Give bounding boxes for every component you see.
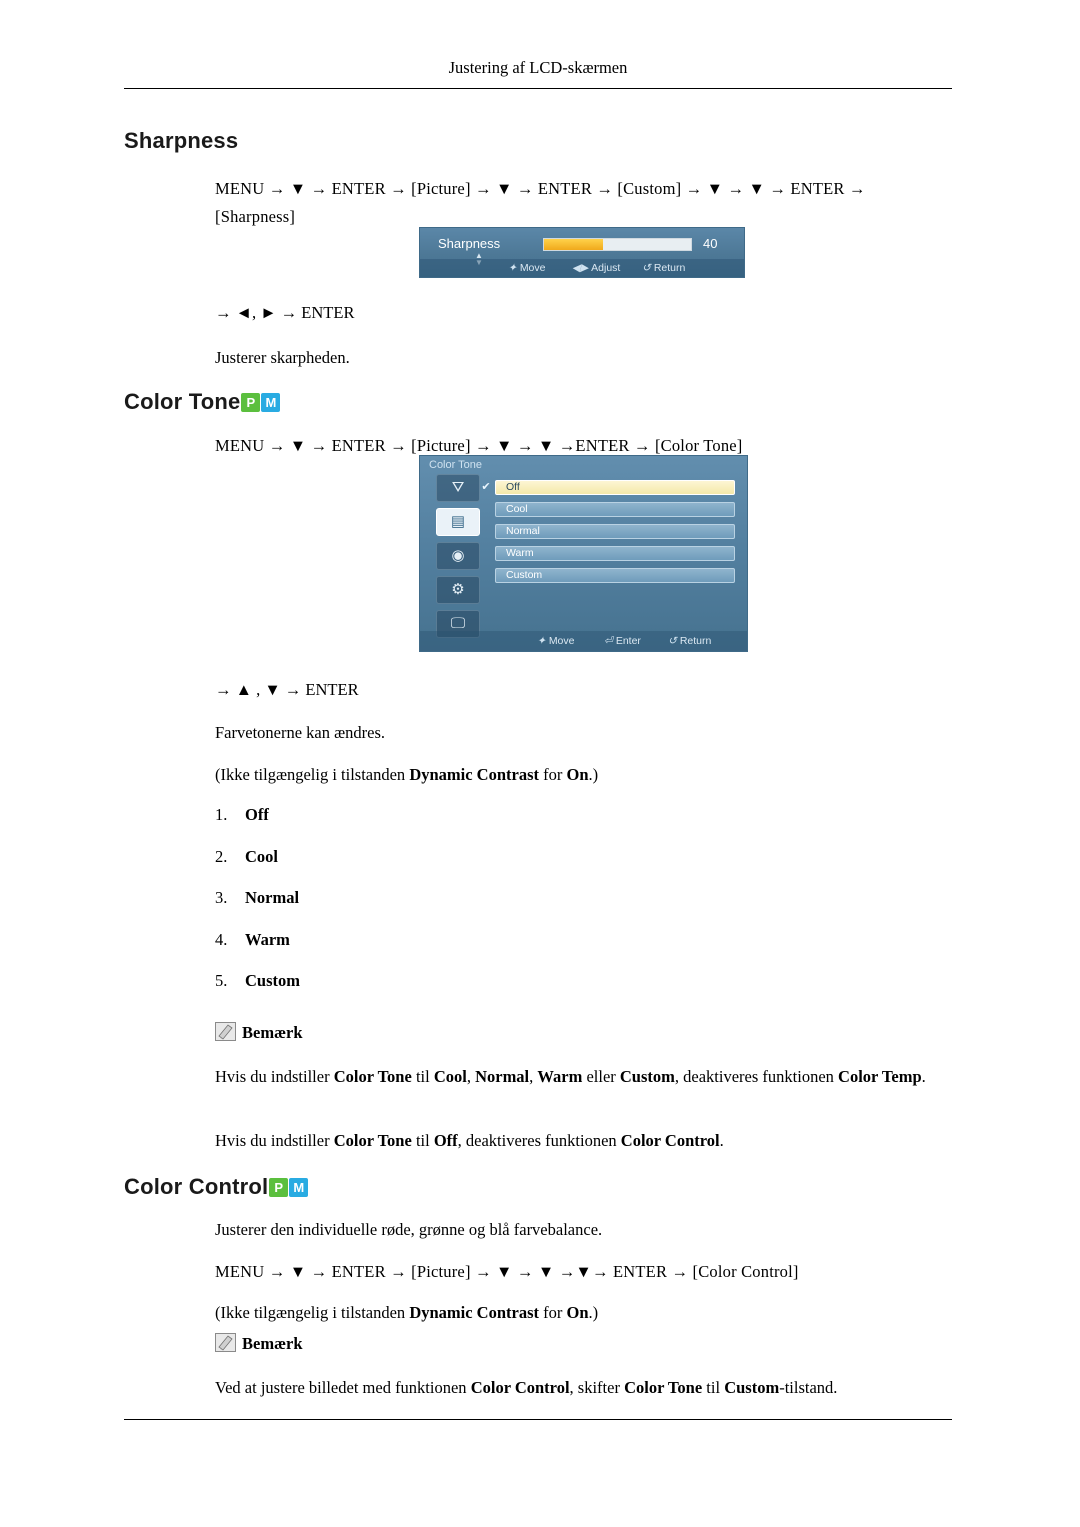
osd-color-tone-footer: ✦ Move ⏎ Enter ↺ Return bbox=[420, 631, 747, 651]
badge-m-icon: M bbox=[261, 393, 281, 412]
osd-sharpness-slider-fill bbox=[544, 239, 603, 250]
osd-sharpness-value: 40 bbox=[703, 236, 718, 251]
sidebar-sound-icon[interactable]: ◉ bbox=[436, 542, 480, 570]
osd-sharpness-slider[interactable] bbox=[543, 238, 692, 251]
osd-sharpness-label: Sharpness bbox=[438, 236, 501, 251]
sidebar-setup-icon[interactable]: ⚙ bbox=[436, 576, 480, 604]
move-icon: ✦ bbox=[537, 635, 546, 647]
note-bold-on: On bbox=[566, 765, 589, 784]
osd-tone-foot-move: ✦ Move bbox=[537, 635, 575, 647]
note-icon bbox=[215, 1022, 236, 1041]
heading-color-tone: Color Tone P M bbox=[124, 387, 281, 415]
document-page: Justering af LCD-skærmen Sharpness MENU … bbox=[0, 0, 1080, 1527]
list-item: 2. Cool bbox=[215, 847, 278, 867]
setup-icon: ⚙ bbox=[451, 581, 465, 598]
input-icon: ⛛ bbox=[451, 479, 465, 496]
list-value: Custom bbox=[245, 971, 301, 990]
note-label: Bemærk bbox=[242, 1023, 303, 1042]
list-item: 4. Warm bbox=[215, 930, 290, 950]
osd-option-cool-label: Cool bbox=[506, 503, 528, 515]
footer-divider bbox=[124, 1419, 952, 1420]
enter-icon: ⏎ bbox=[604, 635, 613, 647]
osd-tone-foot-return: ↺ Return bbox=[668, 635, 712, 647]
color-control-note-body: Ved at justere billedet med funktionen C… bbox=[215, 1378, 838, 1397]
list-item: 3. Normal bbox=[215, 888, 299, 908]
osd-color-tone-title: Color Tone bbox=[429, 459, 482, 471]
list-number: 3. bbox=[215, 888, 228, 907]
sidebar-input-icon[interactable]: ⛛ bbox=[436, 474, 480, 502]
osd-option-warm-label: Warm bbox=[506, 547, 534, 559]
list-number: 1. bbox=[215, 805, 228, 824]
list-number: 4. bbox=[215, 930, 228, 949]
osd-option-cool[interactable]: Cool bbox=[495, 502, 735, 517]
note-label: Bemærk bbox=[242, 1334, 303, 1353]
list-number: 2. bbox=[215, 847, 228, 866]
adjust-icon: ◀▶ bbox=[572, 262, 589, 274]
badge-p-icon: P bbox=[241, 393, 261, 412]
sound-icon: ◉ bbox=[451, 547, 465, 564]
picture-icon: ▤ bbox=[450, 513, 466, 530]
osd-foot-move: ✦ Move bbox=[508, 262, 546, 274]
heading-color-tone-text: Color Tone bbox=[124, 389, 241, 414]
return-icon: ↺ bbox=[668, 635, 677, 647]
osd-option-off[interactable]: ✔ Off bbox=[481, 480, 735, 495]
osd-sharpness-panel: Sharpness ▲ ▼ 40 ✦ Move ◀▶ Adjust ↺ Return bbox=[419, 227, 745, 278]
osd-color-tone-options: ✔ Off Cool Normal Warm Custom bbox=[481, 480, 735, 590]
note-pre: (Ikke tilgængelig i tilstanden bbox=[215, 765, 410, 784]
osd-sidebar-icons: ⛛ ▤ ◉ ⚙ 🖵 bbox=[428, 474, 490, 638]
heading-color-control-text: Color Control bbox=[124, 1174, 269, 1199]
move-icon: ✦ bbox=[508, 262, 517, 274]
osd-option-custom[interactable]: Custom bbox=[495, 568, 735, 583]
list-value: Normal bbox=[245, 888, 300, 907]
list-number: 5. bbox=[215, 971, 228, 990]
osd-foot-adjust: ◀▶ Adjust bbox=[572, 262, 621, 274]
note-color-control: Bemærk bbox=[215, 1333, 303, 1354]
color-tone-key-line: → ▲ , ▼ → ENTER bbox=[215, 680, 359, 699]
osd-foot-return: ↺ Return bbox=[642, 262, 686, 274]
color-tone-note-body-1: Hvis du indstiller Color Tone til Cool, … bbox=[215, 1067, 926, 1086]
list-value: Warm bbox=[245, 930, 290, 949]
sidebar-picture-icon[interactable]: ▤ bbox=[436, 508, 480, 536]
list-item: 5. Custom bbox=[215, 971, 300, 991]
heading-sharpness: Sharpness bbox=[124, 128, 239, 153]
color-tone-badges: PM bbox=[241, 387, 281, 413]
color-control-badges: PM bbox=[269, 1172, 309, 1198]
list-value: Cool bbox=[245, 847, 278, 866]
sharpness-menu-path-line1: MENU → ▼ → ENTER → [Picture] → ▼ → ENTER… bbox=[215, 179, 866, 198]
osd-option-normal-label: Normal bbox=[506, 525, 540, 537]
osd-sharpness-footer: ✦ Move ◀▶ Adjust ↺ Return bbox=[420, 259, 744, 277]
color-tone-note-body-2: Hvis du indstiller Color Tone til Off, d… bbox=[215, 1131, 724, 1150]
note-mid: for bbox=[539, 765, 567, 784]
color-tone-description: Farvetonerne kan ændres. bbox=[215, 723, 385, 742]
osd-color-tone-panel: Color Tone ⛛ ▤ ◉ ⚙ 🖵 ✔ Off Cool Normal Wa… bbox=[419, 455, 748, 652]
running-head: Justering af LCD-skærmen bbox=[448, 58, 628, 77]
note-icon bbox=[215, 1333, 236, 1352]
header-divider bbox=[124, 88, 952, 89]
note-post: .) bbox=[588, 765, 599, 784]
return-icon: ↺ bbox=[642, 262, 651, 274]
badge-p-icon: P bbox=[269, 1178, 289, 1197]
osd-option-off-label: Off bbox=[506, 481, 520, 493]
osd-option-warm[interactable]: Warm bbox=[495, 546, 735, 561]
sharpness-description: Justerer skarpheden. bbox=[215, 348, 350, 367]
color-control-menu-path: MENU → ▼ → ENTER → [Picture] → ▼ → ▼ →▼→… bbox=[215, 1262, 799, 1281]
color-tone-availability-note: (Ikke tilgængelig i tilstanden Dynamic C… bbox=[215, 762, 975, 788]
osd-tone-foot-enter: ⏎ Enter bbox=[604, 635, 641, 647]
color-control-description: Justerer den individuelle røde, grønne o… bbox=[215, 1220, 603, 1239]
check-icon: ✔ bbox=[481, 481, 491, 493]
color-control-availability-note: (Ikke tilgængelig i tilstanden Dynamic C… bbox=[215, 1303, 599, 1322]
badge-m-icon: M bbox=[289, 1178, 309, 1197]
osd-option-normal[interactable]: Normal bbox=[495, 524, 735, 539]
note-color-tone: Bemærk bbox=[215, 1022, 303, 1043]
list-item: 1. Off bbox=[215, 805, 269, 825]
osd-option-custom-label: Custom bbox=[506, 569, 543, 581]
sharpness-key-line: → ◄, ► → ENTER bbox=[215, 303, 355, 322]
heading-color-control: Color Control P M bbox=[124, 1172, 309, 1200]
note-bold-dynamic-contrast: Dynamic Contrast bbox=[409, 765, 540, 784]
sharpness-menu-path: MENU → ▼ → ENTER → [Picture] → ▼ → ENTER… bbox=[215, 175, 975, 231]
list-value: Off bbox=[245, 805, 269, 824]
